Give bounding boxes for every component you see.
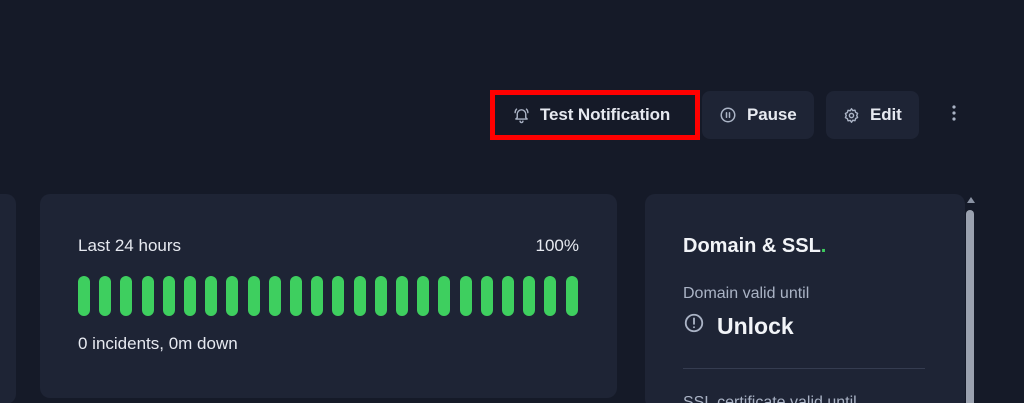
edit-label: Edit xyxy=(870,105,902,124)
scrollbar[interactable] xyxy=(965,194,977,403)
uptime-bars xyxy=(78,276,578,316)
uptime-summary: 0 incidents, 0m down xyxy=(78,334,238,353)
pause-circle-icon xyxy=(719,106,737,124)
uptime-bar[interactable] xyxy=(502,276,515,316)
pause-label: Pause xyxy=(747,105,797,124)
uptime-period-label: Last 24 hours xyxy=(78,236,182,255)
more-vertical-icon xyxy=(951,104,957,127)
more-options-button[interactable] xyxy=(945,103,963,127)
ssl-valid-label: SSL certificate valid until xyxy=(683,394,857,403)
uptime-bar[interactable] xyxy=(417,276,430,316)
uptime-bar[interactable] xyxy=(480,276,493,316)
monitor-toolbar: Test Notification Pause Edit xyxy=(490,90,919,140)
uptime-bar[interactable] xyxy=(544,276,557,316)
domain-ssl-title: Domain & SSL. xyxy=(683,235,826,258)
uptime-bar[interactable] xyxy=(162,276,175,316)
uptime-bar[interactable] xyxy=(353,276,366,316)
uptime-header: Last 24 hours 100% xyxy=(78,236,579,256)
uptime-bar[interactable] xyxy=(332,276,345,316)
uptime-percent: 100% xyxy=(535,236,579,255)
gear-icon xyxy=(843,107,860,124)
bell-ring-icon xyxy=(513,107,530,124)
uptime-bar[interactable] xyxy=(99,276,112,316)
test-notification-button[interactable]: Test Notification xyxy=(490,90,700,140)
info-circle-icon xyxy=(683,312,705,340)
domain-valid-label: Domain valid until xyxy=(683,285,810,302)
title-accent-dot: . xyxy=(820,235,827,257)
edit-button[interactable]: Edit xyxy=(826,91,919,139)
uptime-bar[interactable] xyxy=(396,276,409,316)
uptime-bar[interactable] xyxy=(78,276,90,316)
test-notification-label: Test Notification xyxy=(540,105,671,124)
uptime-bar[interactable] xyxy=(120,276,133,316)
uptime-bar[interactable] xyxy=(268,276,281,316)
previous-card xyxy=(0,194,16,403)
uptime-bar[interactable] xyxy=(247,276,260,316)
uptime-bar[interactable] xyxy=(226,276,239,316)
uptime-bar[interactable] xyxy=(184,276,197,316)
scroll-thumb[interactable] xyxy=(966,210,974,403)
uptime-bar[interactable] xyxy=(565,276,578,316)
uptime-bar[interactable] xyxy=(438,276,451,316)
divider xyxy=(683,368,925,369)
uptime-bar[interactable] xyxy=(523,276,536,316)
uptime-bar[interactable] xyxy=(205,276,218,316)
domain-valid-value[interactable]: Unlock xyxy=(683,312,794,340)
uptime-bar[interactable] xyxy=(311,276,324,316)
uptime-bar[interactable] xyxy=(459,276,472,316)
uptime-card: Last 24 hours 100% 0 incidents, 0m down xyxy=(40,194,617,398)
pause-button[interactable]: Pause xyxy=(702,91,814,139)
uptime-bar[interactable] xyxy=(374,276,387,316)
uptime-bar[interactable] xyxy=(290,276,303,316)
uptime-bar[interactable] xyxy=(141,276,154,316)
monitor-page: Test Notification Pause Edit Last 24 hou… xyxy=(0,0,1024,403)
domain-unlock-text: Unlock xyxy=(717,312,794,339)
domain-ssl-card: Domain & SSL. Domain valid until Unlock … xyxy=(645,194,965,403)
domain-ssl-title-text: Domain & SSL xyxy=(683,235,821,257)
scroll-up-arrow[interactable] xyxy=(967,197,975,203)
